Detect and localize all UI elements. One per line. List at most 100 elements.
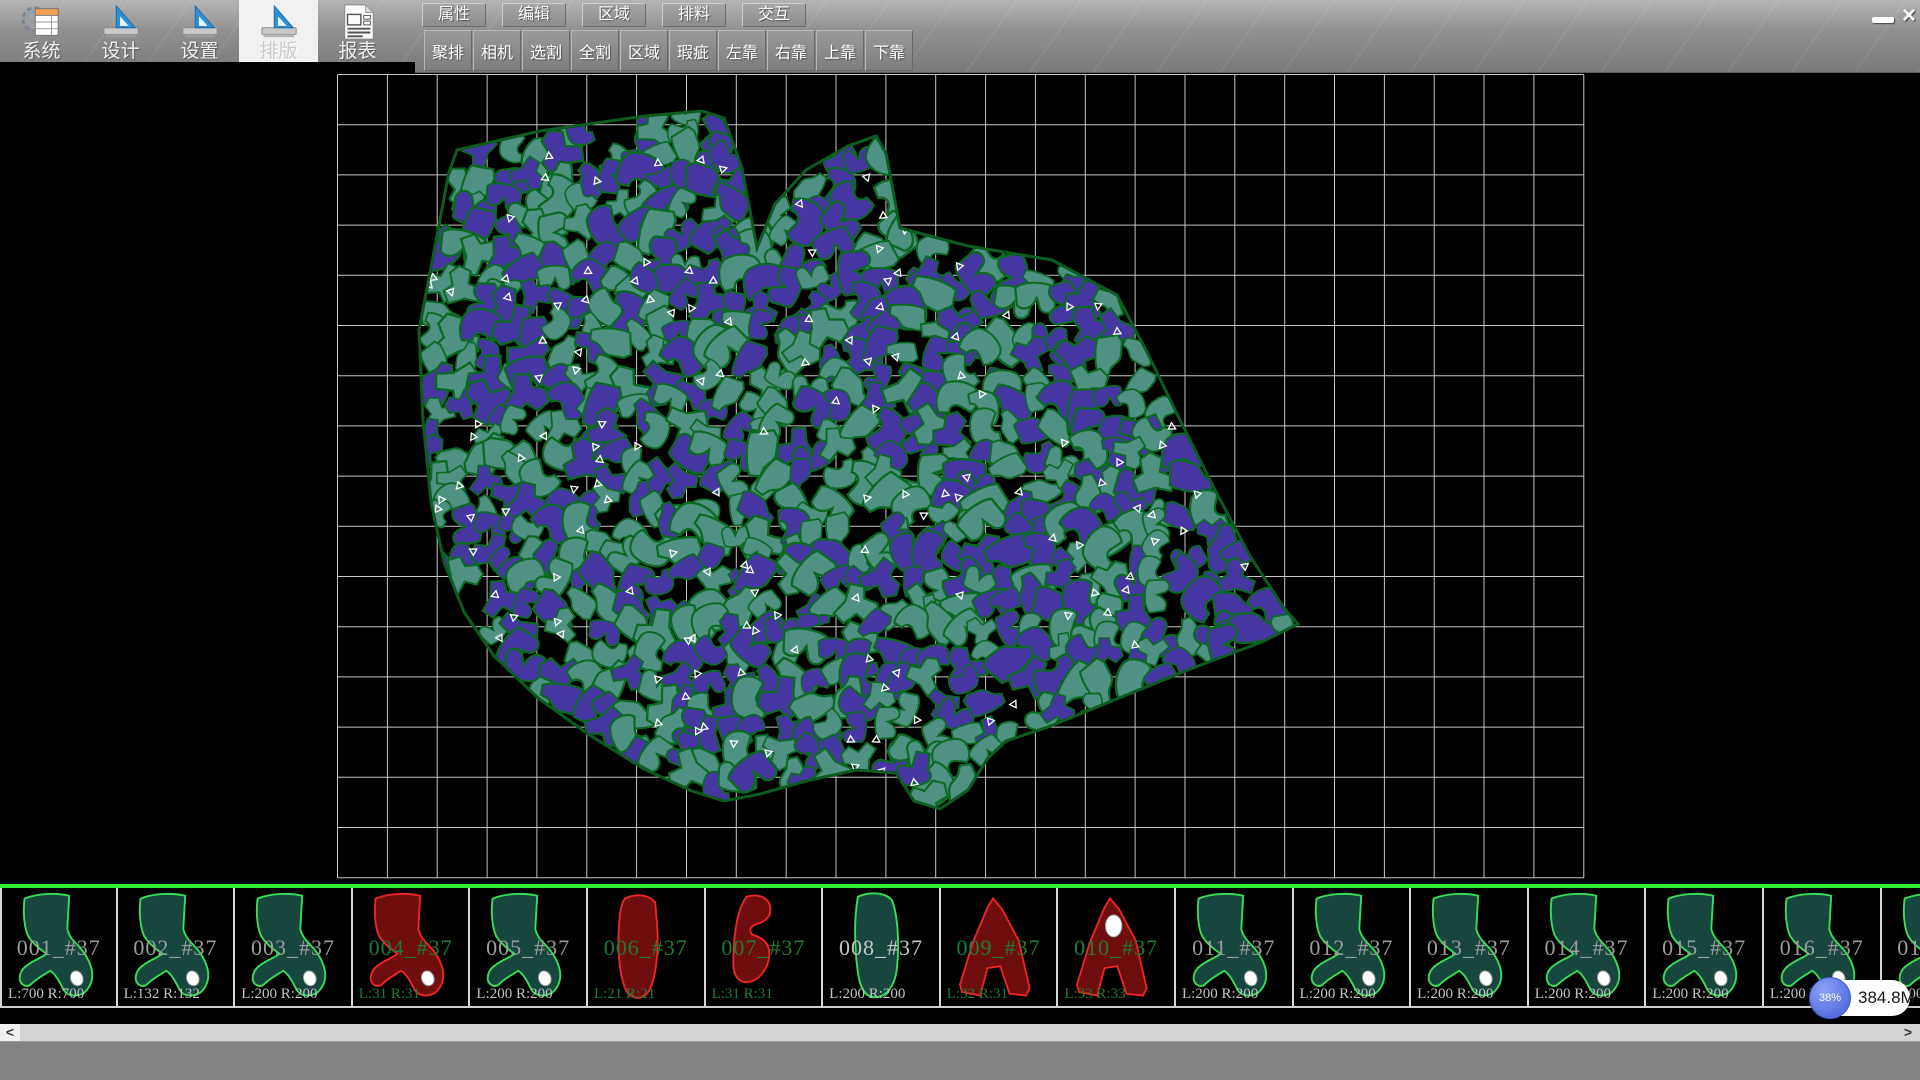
horizontal-scrollbar[interactable]: < > — [0, 1024, 1920, 1041]
piece-label: 010_#37 — [1058, 935, 1174, 961]
piece-lr-count: L:32 R:31 — [947, 986, 1008, 1003]
piece-label: 007_#37 — [706, 935, 822, 961]
app-button-label: 系统 — [22, 42, 60, 62]
piece-thumbnail[interactable]: 013_#37 L:200 R:200 — [1411, 888, 1529, 1006]
piece-thumbnail[interactable]: 004_#37 L:31 R:31 — [353, 888, 471, 1006]
app-button-report[interactable]: 报表 — [318, 0, 397, 62]
tool-button-0[interactable]: 聚排 — [424, 30, 472, 71]
nesting-canvas[interactable] — [0, 0, 1920, 884]
memory-badge: 38% 384.8M — [1812, 980, 1910, 1016]
piece-label: 016_#37 — [1764, 935, 1880, 961]
piece-lr-count: L:21 R:21 — [594, 986, 655, 1003]
piece-label: 002_#37 — [118, 935, 234, 961]
piece-label: 015_#37 — [1646, 935, 1762, 961]
piece-label: 009_#37 — [941, 935, 1057, 961]
piece-thumbnail[interactable]: 001_#37 L:700 R:700 — [0, 888, 118, 1006]
piece-lr-count: L:200 R:200 — [1417, 986, 1493, 1003]
menu-tab-0[interactable]: 属性 — [422, 3, 486, 27]
piece-lr-count: L:200 R:200 — [1182, 986, 1258, 1003]
piece-label: 003_#37 — [235, 935, 351, 961]
piece-lr-count: L:700 R:700 — [8, 986, 84, 1003]
piece-thumbnail[interactable]: 010_#37 L:33 R:33 — [1058, 888, 1176, 1006]
piece-thumbnail[interactable]: 003_#37 L:200 R:200 — [235, 888, 353, 1006]
app-button-bar: 系统 设计 设置 — [2, 0, 397, 62]
minimize-button[interactable] — [1872, 9, 1894, 23]
piece-label: 013_#37 — [1411, 935, 1527, 961]
close-icon: × — [1902, 2, 1916, 29]
tool-button-6[interactable]: 左靠 — [718, 30, 766, 71]
set-square-icon — [256, 3, 302, 41]
minimize-icon — [1872, 17, 1894, 23]
app-button-label: 设计 — [101, 42, 139, 62]
scroll-right-icon: > — [1904, 1024, 1912, 1040]
piece-lr-count: L:200 R:200 — [476, 986, 552, 1003]
set-square-icon — [177, 3, 223, 41]
window-controls: × — [1872, 4, 1916, 28]
piece-lr-count: L:200 R:200 — [1535, 986, 1611, 1003]
tool-button-5[interactable]: 瑕疵 — [669, 30, 717, 71]
scroll-right-button[interactable]: > — [1898, 1024, 1918, 1041]
piece-lr-count: L:200 R:200 — [1652, 986, 1728, 1003]
app-button-layout[interactable]: 排版 — [239, 0, 318, 62]
piece-thumbnail[interactable]: 011_#37 L:200 R:200 — [1176, 888, 1294, 1006]
app-button-system[interactable]: 系统 — [2, 0, 81, 62]
set-square-icon — [98, 3, 144, 41]
menu-tab-4[interactable]: 交互 — [742, 3, 806, 27]
piece-thumbnail[interactable]: 015_#37 L:200 R:200 — [1646, 888, 1764, 1006]
thumbnail-strip: 001_#37 L:700 R:700 002_#37 L:132 R:132 003_… — [0, 884, 1920, 1008]
menu-tab-3[interactable]: 排料 — [662, 3, 726, 27]
piece-label: 008_#37 — [823, 935, 939, 961]
tool-button-3[interactable]: 全割 — [571, 30, 619, 71]
menu-tab-1[interactable]: 编辑 — [502, 3, 566, 27]
piece-thumbnail[interactable]: 012_#37 L:200 R:200 — [1294, 888, 1412, 1006]
tool-button-8[interactable]: 上靠 — [816, 30, 864, 71]
app-button-label: 报表 — [338, 42, 376, 62]
piece-lr-count: L:31 R:31 — [359, 986, 420, 1003]
memory-value: 384.8M — [1858, 988, 1915, 1008]
tool-buttons: 聚排相机选割全割区域瑕疵左靠右靠上靠下靠 — [424, 30, 913, 71]
piece-lr-count: L:200 R:200 — [829, 986, 905, 1003]
gear-table-icon — [19, 3, 65, 41]
canvas-area[interactable] — [0, 0, 1920, 884]
piece-lr-count: L:132 R:132 — [124, 986, 200, 1003]
close-button[interactable]: × — [1902, 4, 1916, 28]
toolbar-gap — [0, 62, 415, 73]
scroll-left-button[interactable]: < — [0, 1024, 20, 1041]
tool-button-2[interactable]: 选割 — [522, 30, 570, 71]
app-button-label: 设置 — [180, 42, 218, 62]
piece-label: 011_#37 — [1176, 935, 1292, 961]
piece-label: 004_#37 — [353, 935, 469, 961]
piece-label: 005_#37 — [470, 935, 586, 961]
piece-thumbnail[interactable]: 006_#37 L:21 R:21 — [588, 888, 706, 1006]
nested-pieces — [405, 99, 1296, 827]
piece-label: 001_#37 — [2, 935, 116, 961]
app-button-label: 排版 — [259, 42, 297, 62]
piece-lr-count: L:31 R:31 — [712, 986, 773, 1003]
app-button-settings[interactable]: 设置 — [160, 0, 239, 62]
tool-button-1[interactable]: 相机 — [473, 30, 521, 71]
piece-thumbnail[interactable]: 002_#37 L:132 R:132 — [118, 888, 236, 1006]
tool-button-7[interactable]: 右靠 — [767, 30, 815, 71]
progress-circle: 38% — [1809, 977, 1851, 1019]
report-icon — [335, 3, 381, 41]
piece-label: 006_#37 — [588, 935, 704, 961]
piece-lr-count: L:200 R:200 — [241, 986, 317, 1003]
piece-thumbnail[interactable]: 007_#37 L:31 R:31 — [706, 888, 824, 1006]
piece-thumbnail[interactable]: 009_#37 L:32 R:31 — [941, 888, 1059, 1006]
scroll-left-icon: < — [6, 1024, 14, 1040]
piece-lr-count: L:200 R:200 — [1300, 986, 1376, 1003]
piece-thumbnail[interactable]: 005_#37 L:200 R:200 — [470, 888, 588, 1006]
app-button-design[interactable]: 设计 — [81, 0, 160, 62]
menu-tabs: 属性编辑区域排料交互 — [422, 3, 806, 27]
toolbar: 系统 设计 设置 — [0, 0, 1920, 73]
tool-button-4[interactable]: 区域 — [620, 30, 668, 71]
tool-button-9[interactable]: 下靠 — [865, 30, 913, 71]
piece-label: 014_#37 — [1529, 935, 1645, 961]
piece-label: 017_#37 — [1882, 935, 1920, 961]
piece-label: 012_#37 — [1294, 935, 1410, 961]
piece-lr-count: L:33 R:33 — [1064, 986, 1125, 1003]
piece-thumbnail[interactable]: 008_#37 L:200 R:200 — [823, 888, 941, 1006]
piece-thumbnail[interactable]: 014_#37 L:200 R:200 — [1529, 888, 1647, 1006]
menu-tab-2[interactable]: 区域 — [582, 3, 646, 27]
status-bar — [0, 1041, 1920, 1080]
